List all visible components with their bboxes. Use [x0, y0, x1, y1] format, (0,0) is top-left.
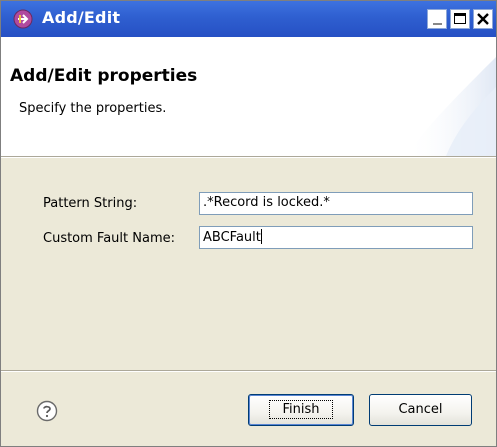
pattern-string-value: .*Record is locked.* — [203, 195, 330, 210]
close-button[interactable] — [473, 9, 493, 29]
custom-fault-name-label: Custom Fault Name: — [43, 231, 175, 246]
footer-separator — [1, 370, 496, 372]
custom-fault-name-input[interactable]: ABCFault — [199, 226, 473, 249]
cancel-button[interactable]: Cancel — [369, 394, 472, 426]
custom-fault-name-value: ABCFault — [203, 230, 261, 245]
minimize-button[interactable] — [427, 9, 447, 29]
title-bar[interactable]: Add/Edit — [1, 1, 496, 37]
pattern-string-label: Pattern String: — [43, 196, 138, 211]
text-caret — [260, 229, 262, 244]
dialog-banner: Add/Edit properties Specify the properti… — [1, 37, 496, 156]
page-title: Add/Edit properties — [10, 66, 198, 86]
window-title: Add/Edit — [42, 8, 121, 27]
page-description: Specify the properties. — [19, 101, 167, 116]
help-icon[interactable] — [36, 400, 58, 422]
banner-separator — [1, 156, 496, 158]
add-edit-dialog: Add/Edit Add/Edit properties Specify the… — [0, 0, 497, 447]
maximize-button[interactable] — [450, 9, 470, 29]
pattern-string-input[interactable]: .*Record is locked.* — [199, 192, 473, 215]
wizard-icon — [13, 9, 33, 29]
finish-button[interactable]: Finish — [248, 394, 354, 426]
banner-decoration — [406, 57, 496, 156]
